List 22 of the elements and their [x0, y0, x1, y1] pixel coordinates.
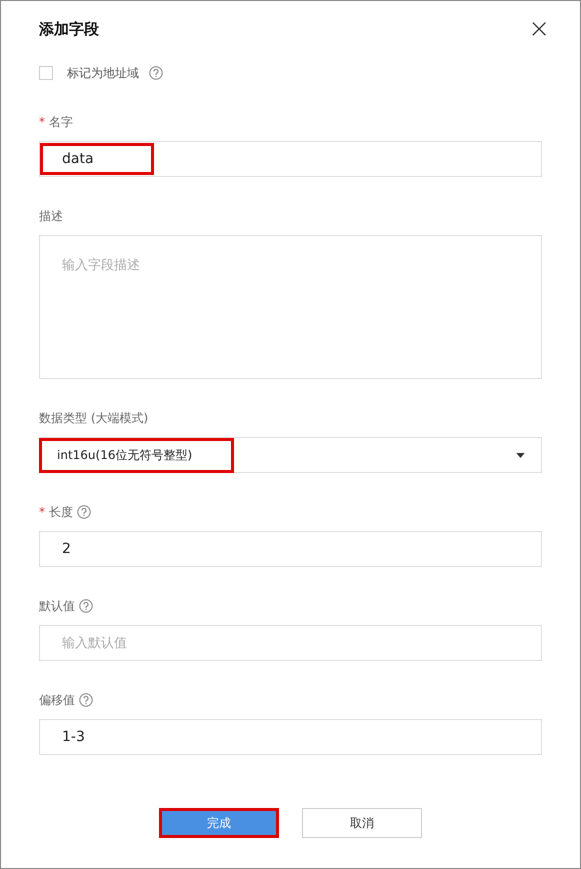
- close-button[interactable]: ×: [528, 16, 550, 42]
- field-label: 数据类型 (大端模式): [39, 410, 148, 426]
- checkbox[interactable]: [39, 66, 53, 80]
- field-label: 长度: [49, 504, 73, 520]
- cancel-button[interactable]: 取消: [302, 808, 422, 838]
- help-icon[interactable]: [77, 505, 91, 519]
- help-icon[interactable]: [79, 599, 93, 613]
- input-field[interactable]: 1-3: [39, 719, 542, 755]
- input-field[interactable]: data: [39, 141, 542, 177]
- field-label: 偏移值: [39, 692, 75, 708]
- required-mark: *: [39, 505, 45, 519]
- field-label: 名字: [49, 114, 73, 130]
- help-icon[interactable]: [79, 693, 93, 707]
- checkbox-label: 标记为地址域: [67, 64, 139, 82]
- help-icon[interactable]: [149, 66, 163, 80]
- dialog-title: 添加字段: [39, 20, 99, 38]
- select-field[interactable]: int16u(16位无符号整型): [39, 437, 542, 473]
- caret-icon: [516, 452, 525, 458]
- input-field[interactable]: 2: [39, 531, 542, 567]
- field-label: 默认值: [39, 598, 75, 614]
- field-label: 描述: [39, 208, 63, 224]
- required-mark: *: [39, 115, 45, 129]
